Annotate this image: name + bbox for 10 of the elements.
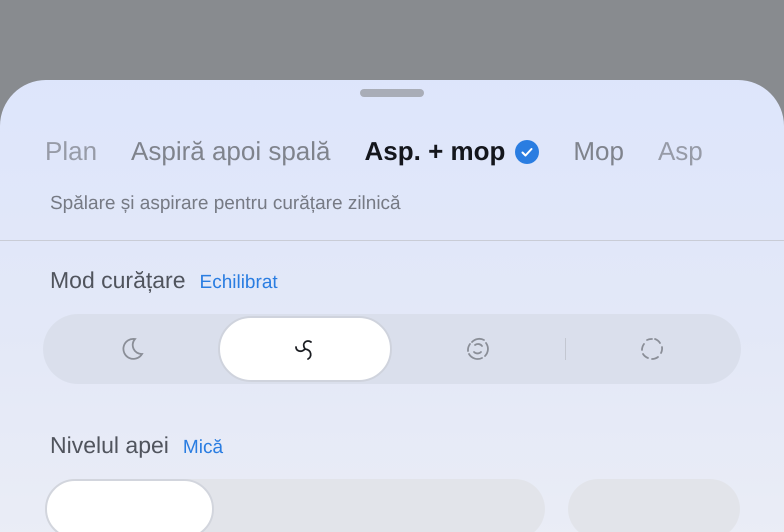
mode-tab[interactable]: Asp — [658, 133, 703, 171]
selected-value: Echilibrat — [200, 272, 278, 294]
mode-description: Spălare și aspirare pentru curățare zilnică — [50, 192, 402, 215]
mode-tab[interactable]: Aspiră apoi spală — [131, 133, 331, 171]
mode-tab[interactable]: Plan — [45, 133, 98, 171]
mode-tab[interactable]: Mop — [573, 133, 624, 171]
section-label: Nivelul apei — [50, 432, 169, 459]
section-label: Mod curățare — [50, 266, 186, 294]
mode-tab[interactable]: Asp. + mop — [364, 133, 540, 171]
selected-value: Mică — [182, 436, 224, 459]
